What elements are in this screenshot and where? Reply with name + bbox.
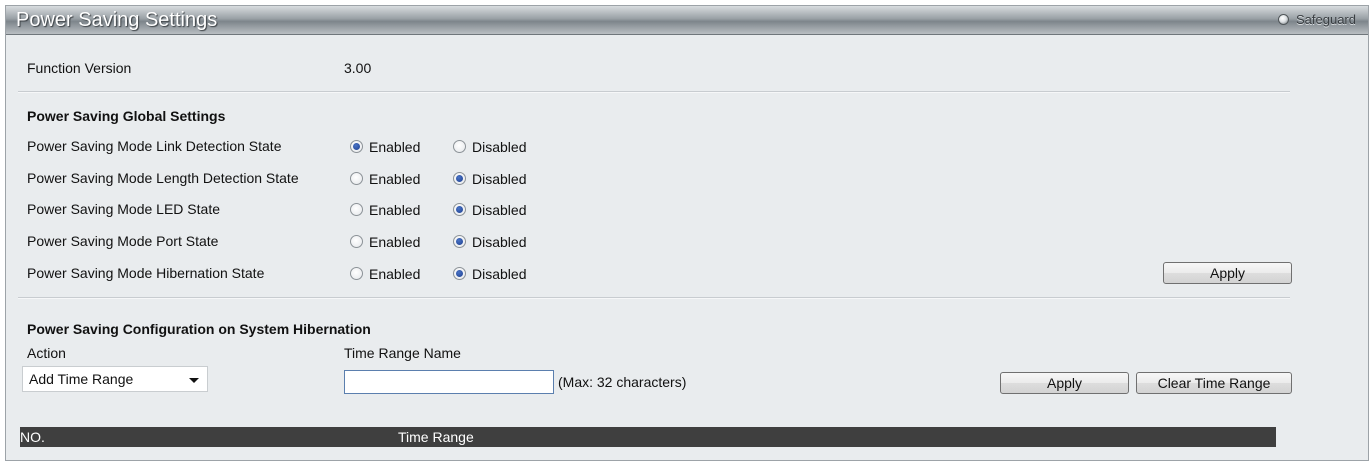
hibernation-state-disabled-label: Disabled — [472, 266, 527, 282]
hibernation-state-enabled-radio[interactable] — [350, 267, 363, 280]
time-range-table-header: NO. Time Range — [20, 427, 1276, 447]
title-bar: Power Saving Settings Safeguard — [6, 6, 1368, 35]
function-version-label: Function Version — [27, 60, 132, 76]
length-detection-disabled-label: Disabled — [472, 171, 527, 187]
hibernation-state-enabled-label: Enabled — [369, 266, 421, 282]
divider — [18, 297, 1290, 299]
port-state-disabled-label: Disabled — [472, 234, 527, 250]
column-time-range: Time Range — [398, 429, 474, 445]
safeguard-link[interactable]: Safeguard — [1278, 12, 1356, 27]
hibernation-state-label: Power Saving Mode Hibernation State — [27, 265, 265, 281]
page-title: Power Saving Settings — [16, 9, 218, 31]
column-no: NO. — [20, 429, 45, 445]
port-state-enabled-label: Enabled — [369, 234, 421, 250]
time-range-name-label: Time Range Name — [344, 345, 461, 361]
length-detection-enabled-label: Enabled — [369, 171, 421, 187]
global-apply-button[interactable]: Apply — [1163, 262, 1292, 284]
action-select[interactable]: Add Time Range — [22, 366, 208, 392]
safeguard-label: Safeguard — [1296, 12, 1356, 27]
length-detection-disabled-radio[interactable] — [453, 172, 466, 185]
link-detection-disabled-label: Disabled — [472, 139, 527, 155]
action-label: Action — [27, 345, 66, 361]
link-detection-enabled-radio[interactable] — [350, 140, 363, 153]
divider — [18, 91, 1290, 93]
chevron-down-icon — [189, 378, 199, 383]
port-state-disabled-radio[interactable] — [453, 235, 466, 248]
hibernation-apply-button[interactable]: Apply — [1000, 372, 1129, 394]
safeguard-icon — [1278, 14, 1289, 25]
link-detection-enabled-label: Enabled — [369, 139, 421, 155]
hibernation-state-disabled-radio[interactable] — [453, 267, 466, 280]
action-select-value: Add Time Range — [29, 371, 134, 387]
link-detection-label: Power Saving Mode Link Detection State — [27, 138, 282, 154]
led-state-enabled-radio[interactable] — [350, 203, 363, 216]
length-detection-label: Power Saving Mode Length Detection State — [27, 170, 299, 186]
led-state-label: Power Saving Mode LED State — [27, 201, 220, 217]
max-characters-hint: (Max: 32 characters) — [558, 374, 687, 390]
clear-time-range-button[interactable]: Clear Time Range — [1136, 372, 1292, 394]
led-state-disabled-label: Disabled — [472, 202, 527, 218]
link-detection-disabled-radio[interactable] — [453, 140, 466, 153]
length-detection-enabled-radio[interactable] — [350, 172, 363, 185]
function-version-value: 3.00 — [344, 60, 372, 76]
time-range-name-input[interactable] — [344, 370, 554, 394]
led-state-disabled-radio[interactable] — [453, 203, 466, 216]
port-state-enabled-radio[interactable] — [350, 235, 363, 248]
hibernation-config-heading: Power Saving Configuration on System Hib… — [27, 321, 371, 337]
led-state-enabled-label: Enabled — [369, 202, 421, 218]
global-settings-heading: Power Saving Global Settings — [27, 108, 226, 124]
port-state-label: Power Saving Mode Port State — [27, 233, 219, 249]
